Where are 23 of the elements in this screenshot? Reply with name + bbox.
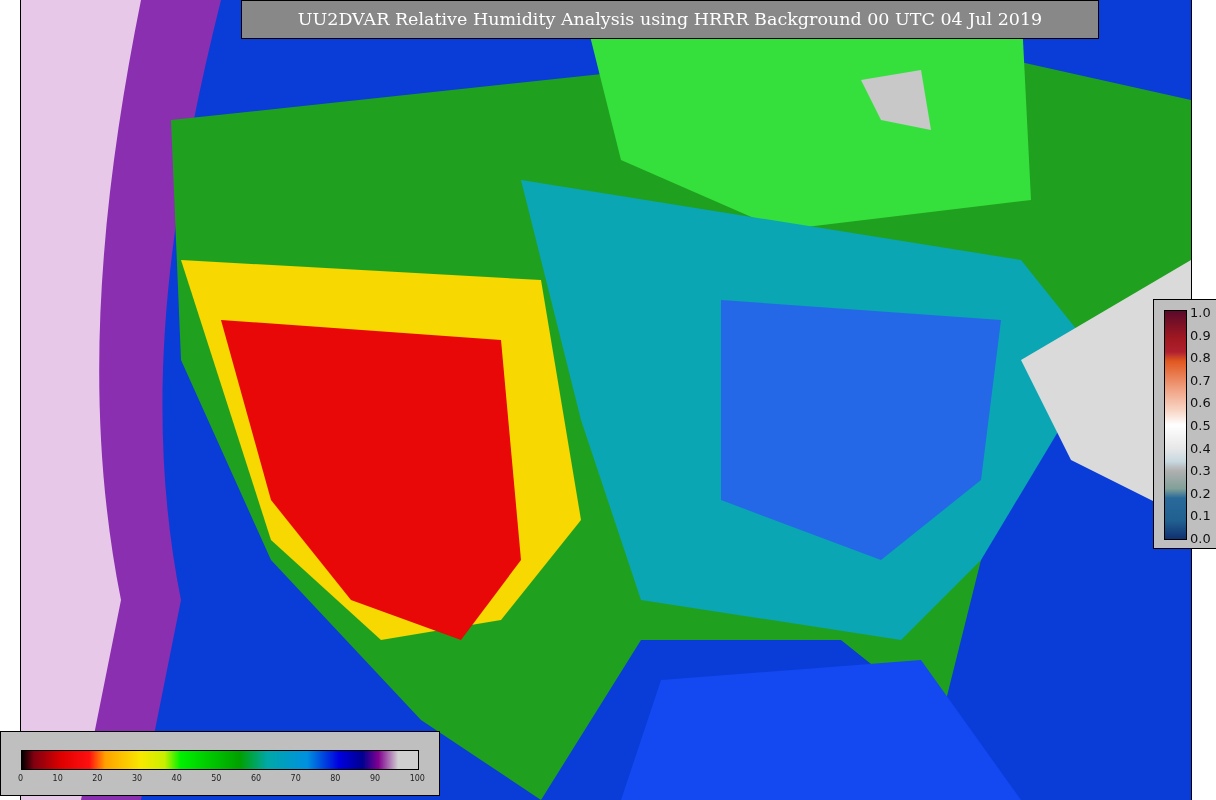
colorbar-tick-label: 0.2 (1190, 486, 1211, 501)
colorbar-tick-label: 30 (131, 774, 143, 783)
colorbar-tick-label: 80 (330, 774, 341, 783)
colorbar-tick-label: 0.0 (1190, 531, 1211, 546)
colorbar-tick-label: 0.9 (1190, 328, 1211, 343)
colorbar-tick-label: 0.5 (1190, 418, 1211, 433)
colorbar-tick-label: 0.8 (1190, 351, 1211, 366)
colorbar-tick-label: 40 (171, 774, 182, 783)
colorbar-tick-label: 0.6 (1190, 396, 1211, 411)
map-title: UU2DVAR Relative Humidity Analysis using HRRR Background 00 UTC 04 Jul 2019 (241, 0, 1099, 39)
colorbar-tick-label: 0.1 (1190, 509, 1211, 524)
colorbar-tick-label: 60 (250, 774, 262, 783)
colorbar-tick-label: 10 (52, 774, 63, 783)
colorbar-tick-label: 70 (290, 774, 301, 783)
colorbar-tick-label: 100 (409, 774, 425, 783)
colorbar-tick-label: 0 (18, 774, 24, 783)
colorbar-tick-label: 50 (211, 774, 222, 783)
colorbar-tick-label: 1.0 (1190, 306, 1211, 320)
colorbar-tick-label: 20 (92, 774, 103, 783)
colorbar-tick-label: 0.3 (1190, 464, 1211, 479)
colorbar-tick-label: 0.7 (1190, 373, 1211, 388)
colorbar-tick-label: 90 (369, 774, 381, 783)
colorbar-tick-label: 0.4 (1190, 441, 1211, 456)
